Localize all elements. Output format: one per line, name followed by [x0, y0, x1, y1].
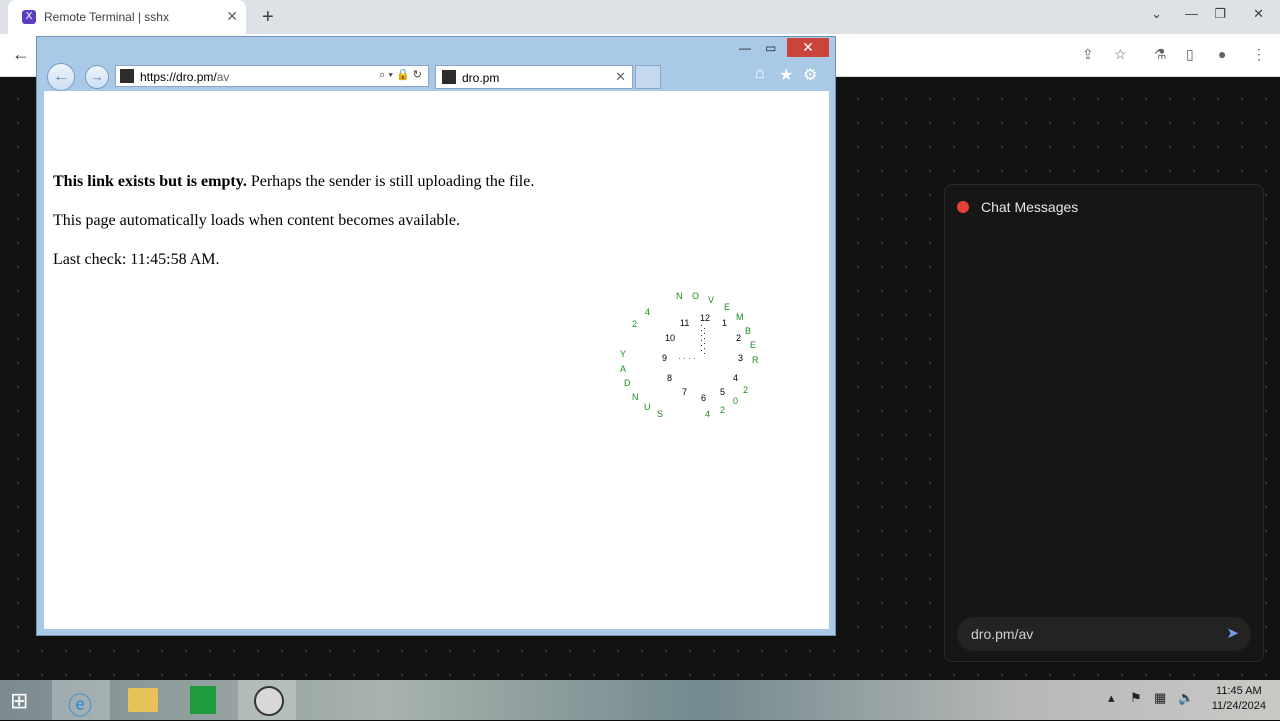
clock-number: 4: [733, 373, 739, 383]
chrome-tab[interactable]: X Remote Terminal | sshx ✕: [8, 0, 246, 34]
month-letter: E: [750, 340, 757, 350]
month-letter: E: [724, 302, 731, 312]
day-letter: N: [632, 392, 639, 402]
chevron-down-icon[interactable]: ⌄: [1151, 6, 1162, 22]
year-digit: 2: [720, 405, 726, 415]
month-letter: N: [676, 291, 683, 301]
network-icon[interactable]: ▦: [1154, 690, 1166, 706]
chat-panel: Chat Messages dro.pm/av ➤: [944, 184, 1264, 662]
ie-close-button[interactable]: ✕: [787, 38, 829, 57]
clock-number: 3: [738, 353, 744, 363]
site-favicon-icon: [120, 69, 134, 83]
windows-start-icon[interactable]: ⊞: [10, 688, 28, 714]
day-letter: A: [620, 364, 627, 374]
status-line: This link exists but is empty. Perhaps t…: [53, 173, 535, 190]
clock-number: 5: [720, 387, 726, 397]
sshx-favicon-icon: X: [22, 10, 36, 24]
share-icon[interactable]: ⇪: [1082, 46, 1094, 63]
ie-address-bar[interactable]: https://dro.pm/av ⌕ ▾ 🔒 ↻: [115, 65, 429, 87]
new-tab-button[interactable]: +: [262, 6, 274, 29]
folder-icon: [128, 688, 158, 712]
month-letter: M: [736, 312, 744, 322]
ie-back-button[interactable]: ←: [47, 63, 75, 91]
day-letter: Y: [620, 349, 627, 359]
profile-icon[interactable]: ●: [1218, 46, 1226, 62]
favorites-star-icon[interactable]: ★: [779, 65, 793, 85]
year-digit: 0: [733, 396, 739, 406]
clock-number: 11: [680, 318, 690, 328]
site-favicon-icon: [442, 70, 456, 84]
clock-number: 9: [662, 353, 668, 363]
close-window-button[interactable]: ✕: [1253, 6, 1264, 22]
year-digit: 4: [705, 409, 711, 419]
date-digit: 2: [632, 319, 638, 329]
store-icon: [190, 686, 216, 714]
taskbar-file-explorer[interactable]: [114, 680, 172, 720]
app-globe-icon: [254, 686, 284, 716]
taskbar-time: 11:45 AM: [1216, 685, 1262, 697]
restore-button[interactable]: ❐: [1214, 6, 1226, 22]
clock-number: 10: [665, 333, 676, 343]
minimize-button[interactable]: —: [1185, 6, 1198, 21]
close-tab-icon[interactable]: ✕: [226, 8, 238, 25]
ie-forward-button[interactable]: →: [85, 65, 109, 89]
month-letter: R: [752, 355, 759, 365]
address-bar-icons[interactable]: ⌕ ▾ 🔒 ↻: [379, 68, 422, 82]
chat-title: Chat Messages: [981, 199, 1079, 215]
clock-number: 8: [667, 373, 673, 383]
second-hand: ····: [678, 353, 698, 363]
ie-minimize-button[interactable]: —: [739, 41, 751, 55]
ie-tab-close-icon[interactable]: ✕: [615, 69, 626, 85]
analog-clock: 12 1 2 3 4 5 6 7 8 9 10 11 · · · · · · · · · · · ·…: [612, 291, 792, 441]
side-panel-icon[interactable]: ▯: [1186, 46, 1194, 63]
back-arrow-icon[interactable]: ←: [12, 44, 30, 65]
star-icon[interactable]: ☆: [1114, 46, 1127, 63]
clock-number: 2: [736, 333, 742, 343]
settings-gear-icon[interactable]: ⚙: [803, 65, 817, 85]
internet-explorer-icon: ⓔ: [68, 693, 92, 720]
clock-number: 6: [701, 393, 707, 403]
clock-number: 7: [682, 387, 688, 397]
show-hidden-icons[interactable]: ▴: [1108, 690, 1115, 706]
day-letter: D: [624, 378, 631, 388]
taskbar-clock[interactable]: 11:45 AM 11/24/2024: [1212, 684, 1266, 714]
autoload-line: This page automatically loads when conte…: [53, 212, 460, 229]
chat-input-value: dro.pm/av: [971, 626, 1034, 642]
ie-url: https://dro.pm/av: [140, 70, 230, 84]
ie-tab-title: dro.pm: [462, 71, 500, 85]
ie-window: — ▭ ✕ ← → https://dro.pm/av ⌕ ▾ 🔒 ↻ dro.…: [36, 36, 836, 636]
home-icon[interactable]: ⌂: [755, 65, 765, 83]
clock-number: 1: [722, 318, 728, 328]
taskbar-store[interactable]: [174, 680, 232, 720]
ie-page-content: This link exists but is empty. Perhaps t…: [44, 91, 829, 629]
taskbar-date: 11/24/2024: [1211, 700, 1266, 712]
last-check-line: Last check: 11:45:58 AM.: [53, 251, 220, 268]
status-dot-icon: [957, 201, 969, 213]
menu-dots-icon[interactable]: ⋮: [1252, 46, 1266, 63]
labs-flask-icon[interactable]: ⚗: [1154, 46, 1167, 63]
flag-icon[interactable]: ⚑: [1130, 690, 1142, 706]
taskbar-ie[interactable]: ⓔ: [52, 680, 110, 720]
chrome-tab-title: Remote Terminal | sshx: [44, 10, 169, 24]
taskbar-app[interactable]: [238, 680, 296, 720]
chat-input[interactable]: dro.pm/av ➤: [957, 617, 1251, 651]
day-letter: S: [657, 409, 664, 419]
month-letter: O: [692, 291, 700, 301]
ie-new-tab-button[interactable]: [635, 65, 661, 89]
month-letter: V: [708, 295, 715, 305]
minute-hand: · · · · · ·: [703, 323, 706, 358]
month-letter: B: [745, 326, 752, 336]
windows-taskbar: ⊞ ⓔ ▴ ⚑ ▦ 🔈 11:45 AM 11/24/2024: [0, 680, 1280, 720]
year-digit: 2: [743, 385, 749, 395]
chrome-tab-bar: X Remote Terminal | sshx ✕ + ⌄ — ❐ ✕: [0, 0, 1280, 34]
date-digit: 4: [645, 307, 651, 317]
ie-tab[interactable]: dro.pm ✕: [435, 65, 633, 89]
ie-maximize-button[interactable]: ▭: [765, 41, 776, 55]
day-letter: U: [644, 402, 651, 412]
send-icon[interactable]: ➤: [1226, 624, 1239, 642]
volume-muted-icon[interactable]: 🔈: [1178, 690, 1194, 706]
